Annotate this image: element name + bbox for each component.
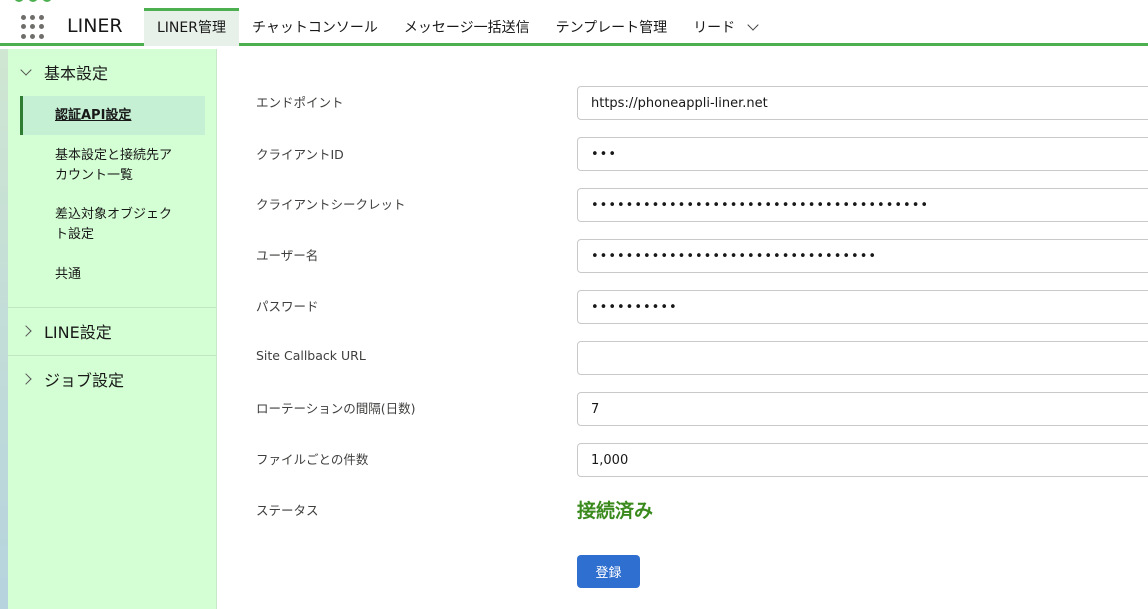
- field-label: ファイルごとの件数: [256, 452, 369, 467]
- form-row-site-callback-url: Site Callback URL: [256, 341, 1148, 375]
- form-row-endpoint: エンドポイント: [256, 86, 1148, 120]
- sidebar: 基本設定 認証API設定 基本設定と接続先ア カウント一覧 差込対象オブジェク …: [8, 49, 217, 609]
- field-label: Site Callback URL: [256, 348, 366, 363]
- sidebar-section-job-settings[interactable]: ジョブ設定: [8, 356, 217, 402]
- chevron-down-icon[interactable]: [747, 19, 759, 31]
- sidebar-item-auth-api[interactable]: 認証API設定: [20, 96, 205, 135]
- site-callback-url-input[interactable]: [577, 341, 1148, 375]
- sidebar-item-merge-object[interactable]: 差込対象オブジェク ト設定: [20, 205, 205, 245]
- sidebar-section-label: ジョブ設定: [44, 371, 125, 390]
- sidebar-item-label: 基本設定と接続先ア: [55, 148, 173, 163]
- field-label: エンドポイント: [256, 95, 344, 110]
- app-name: LINER: [67, 15, 123, 37]
- tab-chat-console[interactable]: チャットコンソール: [239, 8, 391, 46]
- sidebar-item-label: カウント一覧: [55, 168, 134, 183]
- tab-template-admin[interactable]: テンプレート管理: [543, 8, 681, 46]
- field-label: クライアントシークレット: [256, 197, 406, 212]
- sidebar-item-label: 認証API設定: [55, 107, 132, 123]
- form-row-password: パスワード: [256, 290, 1148, 324]
- field-label: ローテーションの間隔(日数): [256, 401, 416, 416]
- password-input[interactable]: [577, 290, 1148, 324]
- sidebar-section-label: LINE設定: [44, 323, 112, 342]
- field-label: ステータス: [256, 503, 319, 518]
- left-edge-strip: [0, 49, 8, 609]
- sidebar-section-label: 基本設定: [44, 64, 109, 83]
- form-row-rotation-interval: ローテーションの間隔(日数): [256, 392, 1148, 426]
- sidebar-item-connection-accounts[interactable]: 基本設定と接続先ア カウント一覧: [20, 146, 205, 186]
- tab-liner-admin[interactable]: LINER管理: [144, 8, 239, 46]
- app-launcher-icon[interactable]: [21, 15, 45, 39]
- status-value: 接続済み: [577, 500, 654, 522]
- register-button[interactable]: 登録: [577, 555, 640, 588]
- sidebar-item-label: 差込対象オブジェク: [55, 207, 173, 222]
- form-row-client-secret: クライアントシークレット: [256, 188, 1148, 222]
- sidebar-section-basic-settings[interactable]: 基本設定: [8, 49, 217, 95]
- brand-decoration: [14, 0, 52, 2]
- sidebar-item-label: 共通: [55, 267, 82, 282]
- chevron-right-icon: [20, 325, 32, 337]
- sidebar-item-common[interactable]: 共通: [20, 265, 205, 285]
- endpoint-input[interactable]: [577, 86, 1148, 120]
- username-input[interactable]: [577, 239, 1148, 273]
- client-secret-input[interactable]: [577, 188, 1148, 222]
- chevron-right-icon: [20, 373, 32, 385]
- tab-leads[interactable]: リード: [680, 8, 770, 46]
- sidebar-item-label: ト設定: [55, 227, 95, 242]
- client-id-input[interactable]: [577, 137, 1148, 171]
- form-row-client-id: クライアントID: [256, 137, 1148, 171]
- chevron-down-icon: [20, 63, 32, 76]
- records-per-file-input[interactable]: [577, 443, 1148, 477]
- field-label: パスワード: [256, 299, 319, 314]
- form-row-status: ステータス 接続済み: [256, 498, 1148, 532]
- form-row-username: ユーザー名: [256, 239, 1148, 273]
- tab-leads-label: リード: [693, 20, 736, 36]
- global-header: LINER LINER管理 チャットコンソール メッセージ一括送信 テンプレート…: [0, 0, 1148, 46]
- rotation-interval-input[interactable]: [577, 392, 1148, 426]
- sidebar-section-line-settings[interactable]: LINE設定: [8, 308, 217, 354]
- tab-bulk-message[interactable]: メッセージ一括送信: [391, 8, 543, 46]
- nav-tabs: LINER管理 チャットコンソール メッセージ一括送信 テンプレート管理 リード: [144, 8, 770, 46]
- form-row-records-per-file: ファイルごとの件数: [256, 443, 1148, 477]
- field-label: ユーザー名: [256, 248, 319, 263]
- field-label: クライアントID: [256, 147, 344, 162]
